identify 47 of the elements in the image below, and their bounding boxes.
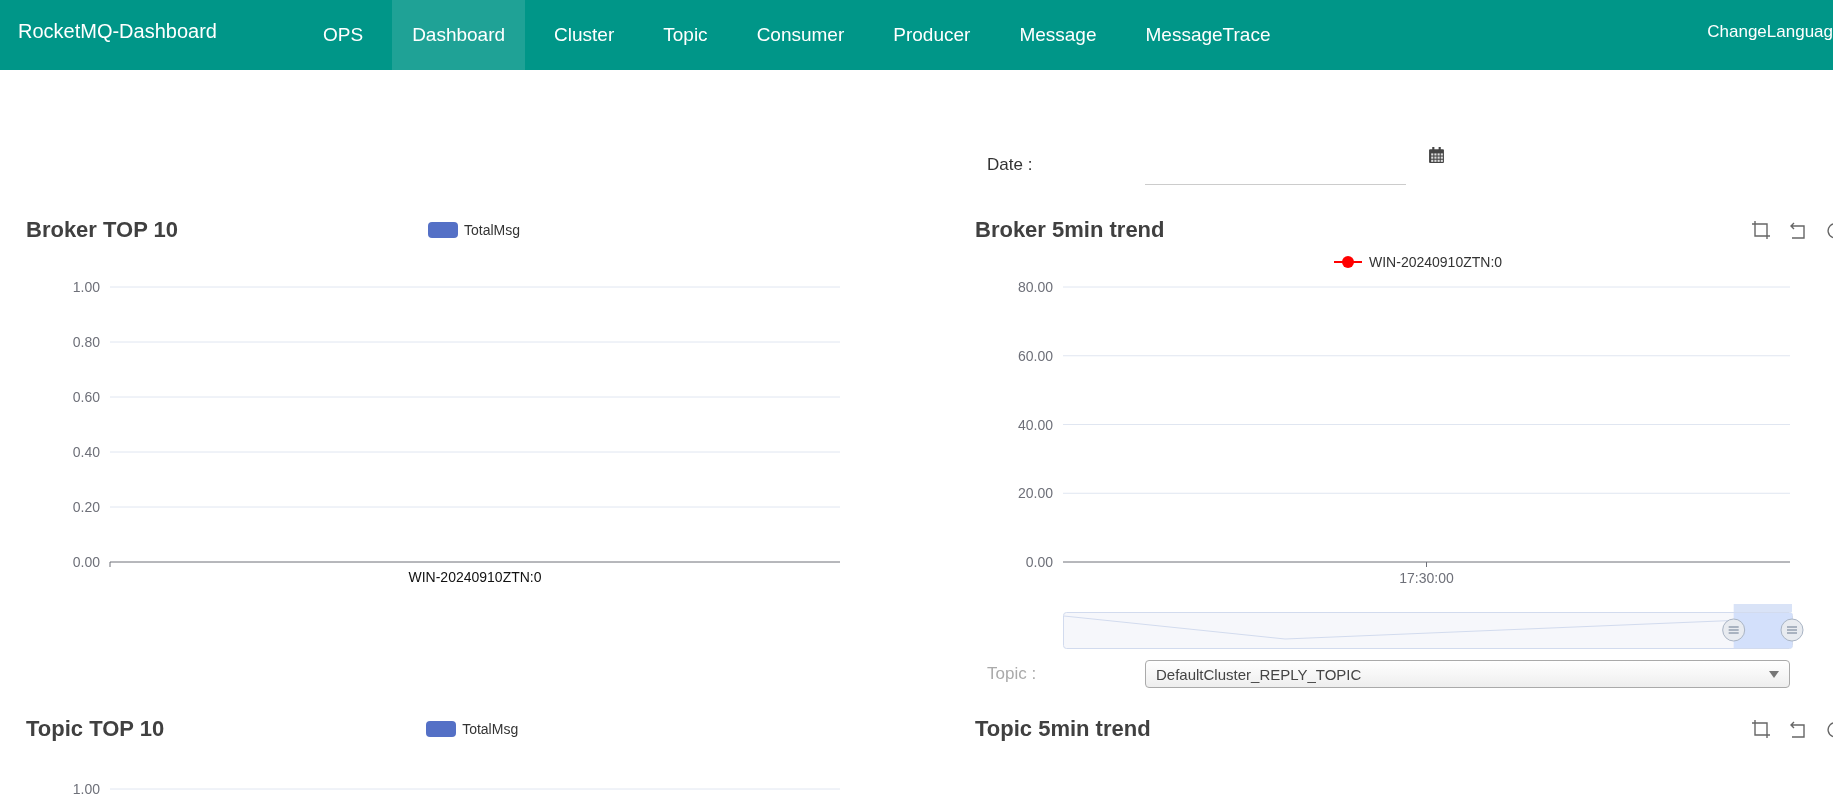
legend-label[interactable]: WIN-20240910ZTN:0 [1369,254,1503,270]
calendar-icon[interactable] [1428,146,1445,164]
axis-label: 1.00 [72,781,100,797]
zoom-reset-icon[interactable] [1788,220,1808,240]
nav-item[interactable]: OPS [303,0,384,70]
axis-label: 40.00 [1017,416,1053,433]
topic-select[interactable]: DefaultCluster_REPLY_TOPIC [1145,660,1790,688]
brand: RocketMQ-Dashboard [17,18,218,44]
legend-marker[interactable] [1333,256,1363,268]
chart-title: Broker TOP 10 [25,217,179,243]
axis-label: 20.00 [1017,485,1053,502]
field-label: Topic : [987,664,1038,684]
nav-item[interactable]: Message [999,0,1117,70]
chart-title: Topic 5min trend [975,716,1151,742]
slider-track[interactable] [1063,612,1793,649]
language-menu[interactable]: ChangeLanguag [1687,0,1833,64]
chart-title: Topic TOP 10 [25,716,165,742]
zoom-icon[interactable] [1751,220,1771,240]
nav-item[interactable]: MessageTrace [1125,0,1291,70]
nav-item[interactable]: Dashboard [392,0,526,70]
axis-label: 0.80 [72,334,100,350]
nav-item[interactable]: Topic [643,0,728,70]
slider-handle[interactable] [1722,618,1746,642]
legend-label[interactable]: TotalMsg [464,222,521,238]
axis-label: 0.00 [1025,554,1053,570]
chart-title: Broker 5min trend [975,217,1165,243]
axis-label: WIN-20240910ZTN:0 [408,569,542,585]
zoom-icon[interactable] [1751,719,1771,739]
axis-label: 1.00 [72,279,100,295]
axis-label: 60.00 [1017,347,1053,364]
legend-label[interactable]: TotalMsg [462,721,519,737]
axis-label: 0.20 [72,499,100,515]
slider-handle[interactable] [1780,618,1804,642]
axis-label: 80.00 [1017,279,1053,295]
axis-label: 0.00 [72,554,100,570]
zoom-reset-icon[interactable] [1788,719,1808,739]
legend-swatch[interactable] [428,222,459,238]
field-label: Date : [987,155,1034,175]
nav-item[interactable]: Consumer [736,0,865,70]
axis-label: 17:30:00 [1399,570,1454,586]
slider-move-handle[interactable] [1733,604,1792,612]
axis-label: 0.60 [72,389,100,405]
nav-item[interactable]: Producer [873,0,991,70]
dropdown-caret-icon [1769,670,1779,678]
nav-item[interactable]: Cluster [534,0,635,70]
legend-swatch[interactable] [426,721,457,737]
axis-label: 0.40 [72,444,100,460]
